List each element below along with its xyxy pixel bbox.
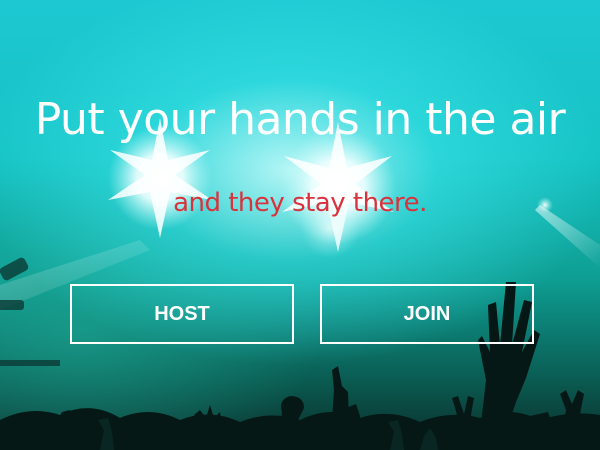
concert-crowd-background	[0, 118, 600, 450]
page-title: Put your hands in the air	[34, 94, 566, 145]
host-button[interactable]: HOST	[70, 284, 294, 344]
landing-screen: Put your hands in the air and they stay …	[0, 0, 600, 450]
join-button[interactable]: JOIN	[320, 284, 534, 344]
page-tagline: and they stay there.	[173, 188, 427, 218]
